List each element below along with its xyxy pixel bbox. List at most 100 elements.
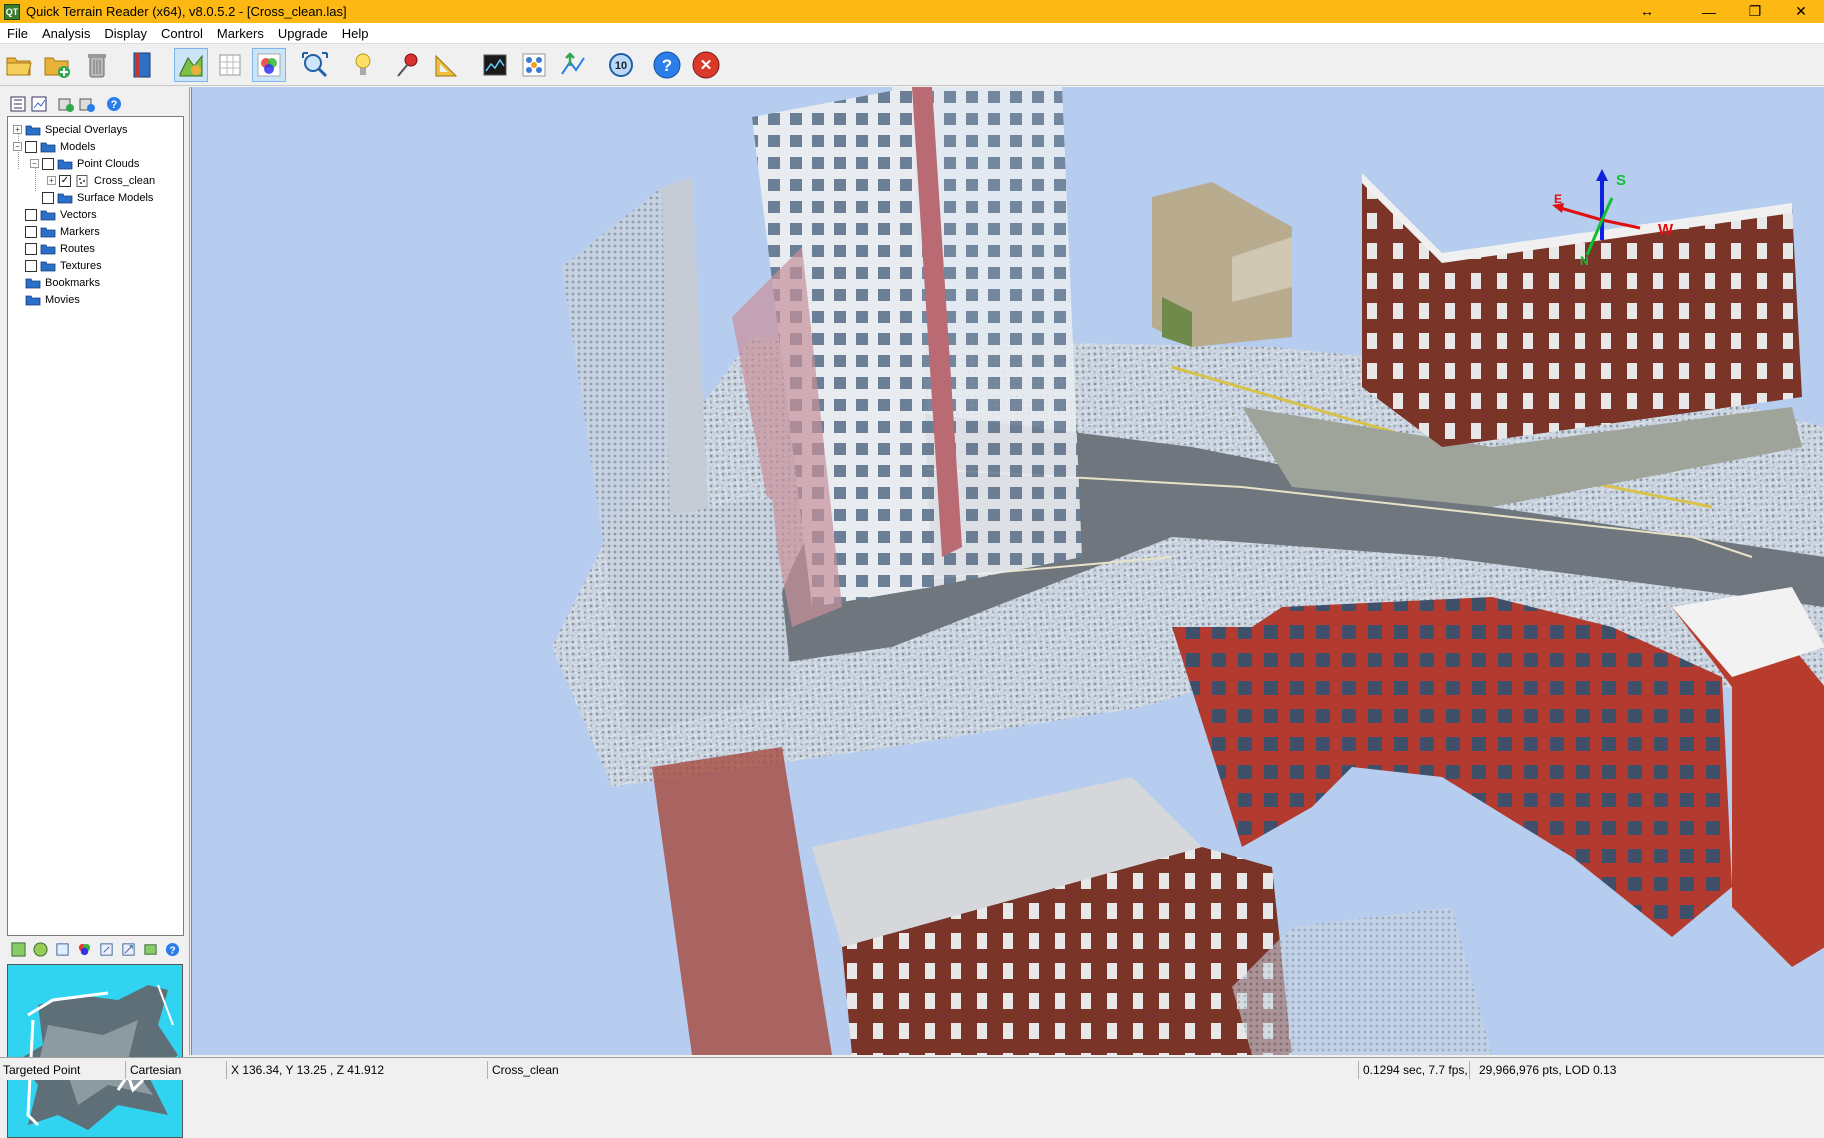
rgb-color-button[interactable] bbox=[252, 48, 286, 82]
tree-item-label: Cross_clean bbox=[94, 174, 156, 187]
tree-checkbox[interactable]: ✓ bbox=[59, 174, 71, 187]
tree-item-label: Markers bbox=[60, 225, 100, 238]
tree-checkbox[interactable] bbox=[25, 208, 37, 221]
add-layer-icon bbox=[58, 98, 74, 112]
svg-text:?: ? bbox=[662, 56, 672, 75]
add-model-icon bbox=[44, 57, 70, 78]
menu-control[interactable]: Control bbox=[154, 23, 210, 44]
tree-help-button[interactable]: ? bbox=[105, 95, 123, 113]
tree-item-textures[interactable]: Textures bbox=[13, 257, 102, 274]
tree-item-label: Surface Models bbox=[77, 191, 154, 204]
tree-item-surface-models[interactable]: Surface Models bbox=[30, 189, 153, 206]
grid-button[interactable] bbox=[213, 48, 247, 82]
status-timing: 0.1294 sec, 7.7 fps, bbox=[1360, 1061, 1470, 1079]
refresh-button[interactable]: 10 bbox=[604, 48, 638, 82]
tree-checkbox[interactable] bbox=[42, 157, 54, 170]
properties-button[interactable] bbox=[30, 95, 48, 113]
point-cloud-file-icon bbox=[76, 174, 88, 187]
folder-icon bbox=[25, 278, 41, 288]
help-button[interactable]: ? bbox=[650, 48, 684, 82]
tree-item-special-overlays[interactable]: + Special Overlays bbox=[13, 121, 128, 138]
color-by-height-button[interactable] bbox=[174, 48, 208, 82]
exit-icon: ✕ bbox=[692, 51, 720, 79]
menu-analysis[interactable]: Analysis bbox=[35, 23, 97, 44]
tree-item-markers[interactable]: Markers bbox=[13, 223, 100, 240]
status-points: 29,966,976 pts, LOD 0.13 bbox=[1479, 1063, 1617, 1077]
tree-item-movies[interactable]: Movies bbox=[13, 291, 80, 308]
remove-layer-button[interactable] bbox=[78, 95, 96, 113]
minimize-button[interactable]: — bbox=[1686, 0, 1732, 23]
open-folder-icon bbox=[6, 57, 32, 76]
menu-help[interactable]: Help bbox=[335, 23, 376, 44]
title-bar: QT Quick Terrain Reader (x64), v8.0.5.2 … bbox=[0, 0, 1824, 23]
menu-file[interactable]: File bbox=[0, 23, 35, 44]
layer-tree: + Special Overlays − Models − Point Clouds + ✓ C… bbox=[7, 116, 184, 936]
tree-item-label: Routes bbox=[60, 242, 95, 255]
open-folder-button[interactable] bbox=[2, 48, 36, 82]
trash-can-icon bbox=[88, 54, 106, 78]
tree-item-label: Bookmarks bbox=[45, 276, 101, 289]
overview-tool-4[interactable] bbox=[75, 940, 93, 958]
exit-button[interactable]: ✕ bbox=[689, 48, 723, 82]
grid-icon bbox=[219, 54, 241, 76]
overview-tool-7[interactable] bbox=[141, 940, 159, 958]
folder-icon bbox=[57, 159, 73, 169]
flythrough-button[interactable] bbox=[556, 48, 590, 82]
folder-icon bbox=[40, 244, 56, 254]
overview-map[interactable] bbox=[7, 964, 183, 1138]
zoom-fit-icon bbox=[302, 52, 328, 78]
lightbulb-icon bbox=[355, 53, 371, 75]
book-button[interactable] bbox=[125, 48, 159, 82]
overview-help-button[interactable]: ? bbox=[163, 940, 181, 958]
tree-item-routes[interactable]: Routes bbox=[13, 240, 95, 257]
tree-checkbox[interactable] bbox=[42, 191, 54, 204]
tree-item-bookmarks[interactable]: Bookmarks bbox=[13, 274, 100, 291]
menu-markers[interactable]: Markers bbox=[210, 23, 271, 44]
overview-tool-2[interactable] bbox=[31, 940, 49, 958]
tree-item-models[interactable]: − Models bbox=[13, 138, 95, 155]
folder-icon bbox=[25, 125, 41, 135]
overview-tool-6[interactable] bbox=[119, 940, 137, 958]
axis-n-label: N bbox=[1580, 254, 1589, 268]
menu-display[interactable]: Display bbox=[97, 23, 154, 44]
status-coordinates: X 136.34, Y 13.25 , Z 41.912 bbox=[228, 1061, 488, 1079]
trash-button[interactable] bbox=[80, 48, 114, 82]
tree-item-label: Vectors bbox=[60, 208, 97, 221]
overview-tool-1[interactable] bbox=[9, 940, 27, 958]
tree-expander[interactable]: − bbox=[30, 159, 39, 168]
zoom-fit-button[interactable] bbox=[298, 48, 332, 82]
tree-checkbox[interactable] bbox=[25, 242, 37, 255]
tree-expander[interactable]: + bbox=[47, 176, 56, 185]
map-page-icon bbox=[55, 942, 69, 956]
tree-checkbox[interactable] bbox=[25, 259, 37, 272]
point-cloud-button[interactable] bbox=[517, 48, 551, 82]
folder-icon bbox=[40, 261, 56, 271]
add-layer-button[interactable] bbox=[57, 95, 75, 113]
tree-item-point-clouds[interactable]: − Point Clouds bbox=[30, 155, 139, 172]
folder-icon bbox=[25, 295, 41, 305]
lighting-button[interactable] bbox=[346, 48, 380, 82]
tree-item-vectors[interactable]: Vectors bbox=[13, 206, 97, 223]
maximize-button[interactable]: ❐ bbox=[1732, 0, 1778, 23]
overview-tool-3[interactable] bbox=[53, 940, 71, 958]
tree-item-label: Models bbox=[60, 140, 96, 153]
overview-expand-icon bbox=[121, 942, 135, 956]
tree-item-cross-clean[interactable]: + ✓ Cross_clean bbox=[47, 172, 155, 189]
overview-tool-5[interactable] bbox=[97, 940, 115, 958]
add-model-button[interactable] bbox=[40, 48, 74, 82]
3d-viewport[interactable]: S W E N bbox=[191, 87, 1824, 1055]
tree-expander[interactable]: − bbox=[13, 142, 22, 151]
marker-button[interactable] bbox=[391, 48, 425, 82]
close-button[interactable]: ✕ bbox=[1778, 0, 1824, 23]
left-panel: ? + Special Overlays − Models − Point Clouds +… bbox=[0, 87, 190, 1138]
rgb-icon bbox=[78, 943, 90, 955]
tree-checkbox[interactable] bbox=[25, 140, 37, 153]
tree-view-button[interactable] bbox=[9, 95, 27, 113]
resize-arrows-icon[interactable]: ↔ bbox=[1640, 3, 1654, 19]
menu-upgrade[interactable]: Upgrade bbox=[271, 23, 335, 44]
tree-checkbox[interactable] bbox=[25, 225, 37, 238]
measure-button[interactable] bbox=[430, 48, 464, 82]
rgb-color-icon bbox=[257, 53, 281, 77]
profile-button[interactable] bbox=[478, 48, 512, 82]
tree-expander[interactable]: + bbox=[13, 125, 22, 134]
